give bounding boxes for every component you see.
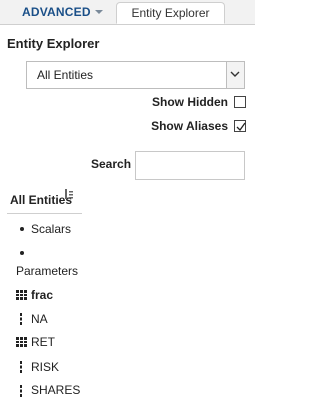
grid-icon bbox=[16, 337, 27, 347]
tree-item-na[interactable]: NA bbox=[31, 312, 48, 326]
tab-advanced-label: ADVANCED bbox=[22, 5, 91, 19]
show-hidden-checkbox[interactable] bbox=[234, 96, 246, 108]
tree-item-risk[interactable]: RISK bbox=[31, 360, 59, 374]
chevron-down-icon bbox=[230, 71, 240, 77]
vertical-dots-icon bbox=[20, 385, 22, 397]
tree-item-parameters[interactable]: Parameters bbox=[16, 264, 78, 278]
vertical-dots-icon bbox=[20, 361, 22, 373]
tree-item-ret[interactable]: RET bbox=[31, 335, 55, 349]
show-aliases-checkbox[interactable] bbox=[234, 120, 246, 132]
tab-entity-explorer[interactable]: Entity Explorer bbox=[116, 2, 225, 24]
bullet-icon bbox=[20, 227, 24, 231]
show-aliases-label: Show Aliases bbox=[151, 119, 228, 133]
tree-item-shares[interactable]: SHARES bbox=[31, 383, 80, 397]
entity-filter-select[interactable]: All Entities bbox=[26, 61, 245, 89]
tree-header[interactable]: All Entities bbox=[10, 193, 72, 207]
bullet-icon bbox=[20, 251, 24, 255]
vertical-dots-icon bbox=[20, 313, 22, 325]
search-input[interactable] bbox=[135, 151, 245, 180]
show-aliases-row: Show Aliases bbox=[151, 118, 246, 134]
show-hidden-label: Show Hidden bbox=[152, 95, 228, 109]
show-hidden-row: Show Hidden bbox=[152, 94, 246, 110]
dropdown-button[interactable] bbox=[226, 62, 244, 88]
search-label: Search bbox=[91, 157, 132, 171]
tree-header-underline bbox=[7, 213, 82, 214]
tree-item-scalars[interactable]: Scalars bbox=[31, 222, 71, 236]
tab-advanced[interactable]: ADVANCED bbox=[22, 5, 103, 19]
tree-item-frac[interactable]: frac bbox=[31, 288, 53, 302]
panel-title: Entity Explorer bbox=[7, 36, 100, 51]
checkmark-icon bbox=[236, 122, 246, 132]
caret-down-icon bbox=[94, 9, 103, 14]
tab-bar: ADVANCED Entity Explorer bbox=[0, 0, 255, 25]
entity-filter-value: All Entities bbox=[37, 68, 94, 82]
sort-icon[interactable] bbox=[64, 188, 74, 200]
grid-icon bbox=[16, 290, 27, 300]
